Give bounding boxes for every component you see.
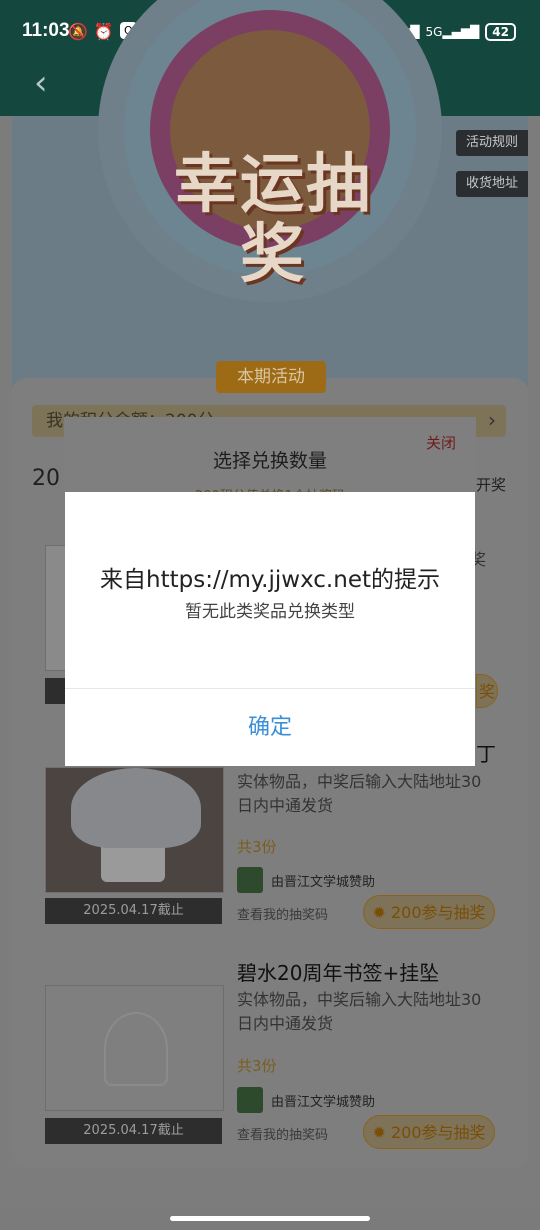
gear-icon: ✹ bbox=[372, 1123, 386, 1142]
lamp-shade bbox=[71, 768, 201, 848]
prize-deadline: 2025.04.17截止 bbox=[45, 1118, 222, 1144]
prize-title: 碧水20周年书签+挂坠 bbox=[237, 961, 440, 985]
address-button[interactable]: 收货地址 bbox=[455, 171, 528, 197]
qq-icon: Q bbox=[119, 22, 137, 39]
signal-5g-2-icon: 5G▂▄▆█ bbox=[425, 24, 480, 39]
exchange-title: 选择兑换数量 bbox=[212, 450, 327, 472]
view-code-link[interactable]: 查看我的抽奖码 bbox=[237, 1124, 328, 1143]
battery-icon: 42 bbox=[485, 22, 516, 41]
sponsor-logo-icon bbox=[237, 867, 263, 893]
dialog-title: 来自https://my.jjwxc.net的提示 bbox=[100, 567, 440, 593]
rules-button[interactable]: 活动规则 bbox=[455, 130, 528, 156]
prize-image[interactable] bbox=[45, 985, 224, 1111]
sponsor: 由晋江文学城赞助 bbox=[237, 1087, 375, 1113]
status-right-icons: ✱ HD 5G▂▄▆█ 5G▂▄▆█ 42 bbox=[319, 22, 516, 41]
back-icon[interactable]: ‹ bbox=[34, 66, 64, 100]
open-label: 开奖 bbox=[475, 476, 506, 494]
prize-description: 实体物品，中奖后输入大陆地址30日内中通发货 bbox=[237, 990, 482, 1033]
alarm-icon: ⏰ bbox=[93, 22, 114, 41]
charm-figure bbox=[104, 1012, 168, 1086]
mute-bell-icon: 🔕 bbox=[68, 22, 88, 41]
banner-title: 幸运抽奖 bbox=[174, 147, 372, 292]
prize-title: 丁 bbox=[476, 742, 496, 766]
prize-deadline: 2025.04.17截止 bbox=[45, 898, 222, 924]
dialog-message: 暂无此类奖品兑换类型 bbox=[185, 602, 355, 622]
period-tag: 本期活动 bbox=[216, 361, 326, 393]
join-button[interactable]: ✹ 200参与抽奖 bbox=[363, 895, 495, 929]
prize-description: 实体物品，中奖后输入大陆地址30日内中通发货 bbox=[237, 772, 482, 815]
date-heading: 20 bbox=[32, 466, 60, 491]
chevron-right-icon[interactable]: › bbox=[488, 408, 496, 432]
status-left-icons: 🔕 ⏰ Q ✉ mi ··· bbox=[68, 22, 204, 41]
signal-5g-icon: 5G▂▄▆█ bbox=[365, 24, 420, 39]
gear-icon: ✹ bbox=[372, 903, 386, 922]
prize-count: 共3份 bbox=[237, 838, 277, 856]
wechat-icon: ✉ bbox=[142, 22, 160, 39]
prize-count: 共3份 bbox=[237, 1057, 277, 1075]
mi-icon: mi bbox=[165, 22, 183, 39]
view-code-link[interactable]: 查看我的抽奖码 bbox=[237, 904, 328, 923]
join-button[interactable]: ✹ 200参与抽奖 bbox=[363, 1115, 495, 1149]
sponsor-text: 由晋江文学城赞助 bbox=[271, 1094, 376, 1110]
ok-button[interactable]: 确定 bbox=[65, 689, 475, 766]
home-indicator[interactable] bbox=[170, 1216, 370, 1221]
prize-image[interactable] bbox=[45, 767, 224, 893]
prize-join-partial: 奖 bbox=[470, 550, 487, 569]
close-button[interactable]: 关闭 bbox=[426, 432, 456, 453]
sponsor: 由晋江文学城赞助 bbox=[237, 867, 375, 893]
status-time: 11:03 bbox=[22, 20, 70, 41]
sponsor-logo-icon bbox=[237, 1087, 263, 1113]
sponsor-text: 由晋江文学城赞助 bbox=[271, 874, 376, 890]
